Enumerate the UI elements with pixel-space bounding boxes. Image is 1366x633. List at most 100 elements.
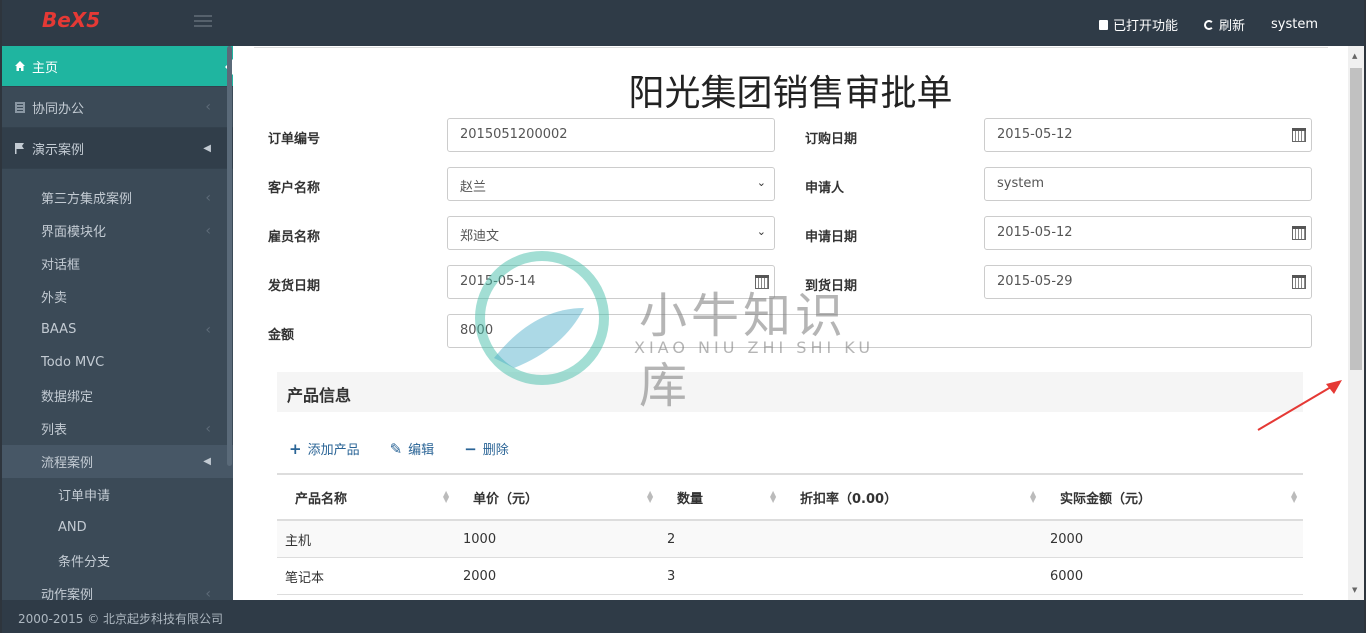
table-cell: 1000 [463, 531, 497, 547]
calendar-icon[interactable] [755, 275, 769, 289]
amount-field[interactable]: 8000 [447, 314, 1312, 348]
flag-icon [15, 143, 24, 154]
page-title: 阳光集团销售审批单 [628, 73, 953, 114]
add-product-button[interactable]: + 添加产品 [289, 439, 360, 459]
edit-button[interactable]: ✎ 编辑 [389, 439, 435, 459]
top-bar: BeX5 已打开功能 刷新 system [2, 0, 1364, 46]
apply-date-field[interactable]: 2015-05-12 [984, 216, 1312, 250]
column-header[interactable]: 数量 ▲ ▼ [659, 475, 782, 519]
sidebar-item-home[interactable]: 主页 [2, 46, 233, 87]
column-header[interactable]: 单价（元） ▲ ▼ [455, 475, 659, 519]
applicant-field[interactable]: system [984, 167, 1312, 201]
app-logo[interactable]: BeX5 [42, 8, 100, 32]
sidebar-subitem[interactable]: 对话框 [2, 247, 233, 280]
sidebar-subitem[interactable]: Todo MVC [2, 346, 233, 379]
top-actions: 已打开功能 刷新 system [1098, 15, 1318, 34]
sidebar-subitem-label: BAAS [41, 322, 77, 337]
table-cell: 2000 [463, 568, 497, 584]
arrive-date-field[interactable]: 2015-05-29 [984, 265, 1312, 299]
sidebar-subitem[interactable]: 列表 ‹ [2, 412, 233, 445]
scrollbar-thumb[interactable] [1350, 68, 1362, 370]
caret-left-icon: ◀ [203, 456, 211, 467]
sidebar-scrollbar[interactable] [227, 46, 232, 466]
pencil-icon: ✎ [389, 439, 403, 458]
sidebar-subitem[interactable]: 外卖 [2, 280, 233, 313]
sidebar-subitem[interactable]: AND [2, 511, 233, 544]
table-row[interactable]: 笔记本 2000 3 6000 [277, 558, 1303, 595]
sidebar-subitem[interactable]: 动作案例 ‹ [2, 577, 233, 601]
chevron-left-icon: ‹ [205, 189, 211, 206]
sort-icon: ▲ ▼ [1291, 489, 1298, 504]
sidebar-subitem[interactable]: 第三方集成案例 ‹ [2, 181, 233, 214]
column-header-label: 实际金额（元） [1060, 491, 1152, 507]
column-header[interactable]: 产品名称 ▲ ▼ [277, 475, 455, 519]
amount-value: 8000 [460, 323, 494, 338]
arrive-date-value: 2015-05-29 [997, 274, 1073, 289]
user-menu[interactable]: system [1271, 15, 1318, 34]
sidebar-subitem[interactable]: 条件分支 [2, 544, 233, 577]
customer-value: 赵兰 [460, 180, 487, 195]
divider [254, 47, 1328, 48]
sidebar-item-collab[interactable]: 协同办公 ‹ [2, 87, 233, 128]
calendar-icon[interactable] [1292, 128, 1306, 142]
menu-toggle-icon[interactable] [194, 15, 212, 29]
refresh-button[interactable]: 刷新 [1203, 15, 1245, 34]
scroll-up-icon[interactable]: ▲ [1352, 52, 1357, 60]
sort-icon: ▲ ▼ [1030, 489, 1037, 504]
chevron-down-icon: ⌄ [756, 176, 766, 189]
sidebar-item-label: 主页 [32, 60, 59, 76]
opened-functions-button[interactable]: 已打开功能 [1098, 15, 1178, 34]
column-header[interactable]: 实际金额（元） ▲ ▼ [1042, 475, 1303, 519]
sidebar-subitem[interactable]: 流程案例 ◀ [2, 445, 233, 478]
sidebar: 主页 协同办公 ‹ 演示案例 ◀ 第三方集成案例 ‹ 界面模块化 ‹ 对话框 外卖 … [2, 46, 233, 600]
sidebar-subitem[interactable]: 订单申请 [2, 478, 233, 511]
order-no-value: 2015051200002 [460, 127, 568, 142]
sidebar-subitem[interactable]: 界面模块化 ‹ [2, 214, 233, 247]
sidebar-subitem-label: 界面模块化 [41, 225, 107, 240]
column-header[interactable]: 折扣率（0.00） ▲ ▼ [782, 475, 1042, 519]
column-header-label: 数量 [677, 491, 704, 507]
arrive-date-label: 到货日期 [805, 279, 858, 294]
order-date-field[interactable]: 2015-05-12 [984, 118, 1312, 152]
home-icon [15, 61, 25, 71]
main-content: 阳光集团销售审批单 订单编号 2015051200002 订购日期 2015-0… [233, 46, 1348, 600]
product-toolbar: + 添加产品 ✎ 编辑 − 删除 [289, 439, 509, 459]
table-cell [782, 558, 1042, 594]
chevron-left-icon: ‹ [205, 99, 211, 115]
column-header-label: 单价（元） [473, 491, 539, 507]
employee-select[interactable]: 郑迪文 ⌄ [447, 216, 775, 250]
sort-icon: ▲ ▼ [647, 489, 654, 504]
sidebar-subitem-label: 数据绑定 [41, 390, 94, 405]
copyright-text: 2000-2015 © 北京起步科技有限公司 [18, 612, 224, 626]
sidebar-subitem-label: 外卖 [41, 291, 68, 306]
order-no-field[interactable]: 2015051200002 [447, 118, 775, 152]
table-cell: 笔记本 [285, 570, 325, 586]
order-date-label: 订购日期 [805, 132, 858, 147]
minus-icon: − [464, 439, 477, 458]
customer-select[interactable]: 赵兰 ⌄ [447, 167, 775, 201]
sidebar-subitem-label: 列表 [41, 423, 68, 438]
main-scrollbar[interactable]: ▲ ▼ [1348, 46, 1364, 600]
delete-button[interactable]: − 删除 [464, 439, 509, 459]
employee-label: 雇员名称 [268, 230, 321, 245]
table-cell: 2 [667, 531, 676, 547]
column-header-label: 折扣率（0.00） [800, 491, 898, 507]
scroll-down-icon[interactable]: ▼ [1352, 586, 1357, 594]
add-product-label: 添加产品 [307, 443, 360, 458]
chevron-left-icon: ‹ [205, 420, 211, 437]
caret-left-icon: ◀ [203, 142, 211, 154]
sidebar-subitem[interactable]: 数据绑定 [2, 379, 233, 412]
ship-date-field[interactable]: 2015-05-14 [447, 265, 775, 299]
calendar-icon[interactable] [1292, 275, 1306, 289]
chevron-left-icon: ‹ [205, 222, 211, 239]
sidebar-item-label: 演示案例 [32, 142, 85, 158]
table-row[interactable]: 主机 1000 2 2000 [277, 521, 1303, 558]
sidebar-subitem[interactable]: BAAS ‹ [2, 313, 233, 346]
table-cell: 主机 [285, 533, 312, 549]
chevron-down-icon: ⌄ [756, 225, 766, 238]
sidebar-subitem-label: Todo MVC [41, 355, 105, 370]
calendar-icon[interactable] [1292, 226, 1306, 240]
sidebar-item-demos[interactable]: 演示案例 ◀ [2, 128, 233, 169]
table-cell: 6000 [1050, 568, 1084, 584]
edit-label: 编辑 [408, 443, 435, 458]
